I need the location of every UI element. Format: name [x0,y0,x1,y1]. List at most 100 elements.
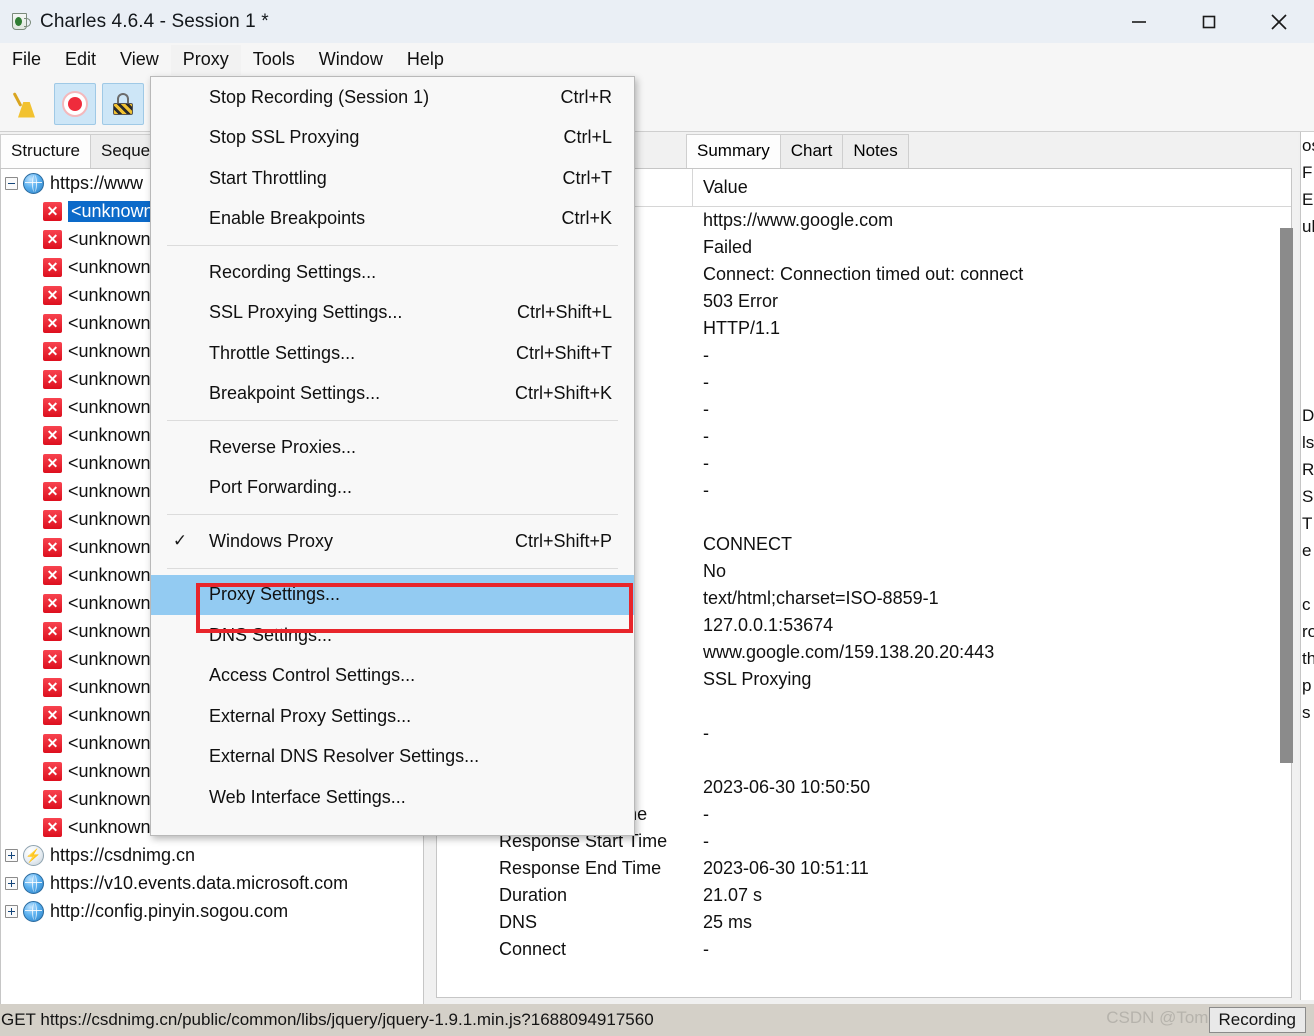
menu-bar: File Edit View Proxy Tools Window Help [0,43,1314,76]
bolt-icon: ⚡ [23,844,44,866]
error-x-icon: ✕ [43,453,62,473]
tree-item-label: <unknown> [68,760,162,781]
menu-item-throttle-settings[interactable]: Throttle Settings... Ctrl+Shift+T [151,333,634,374]
menu-item-start-throttling[interactable]: Start Throttling Ctrl+T [151,158,634,199]
sliver-line [1301,321,1314,348]
menu-proxy[interactable]: Proxy [170,44,241,75]
sliver-line [1301,267,1314,294]
tree-item-label: <unknown> [68,480,162,501]
sliver-line: D [1302,406,1314,425]
menu-item-dns-settings[interactable]: DNS Settings... [151,615,634,656]
table-row[interactable]: Duration 21.07 s [437,882,1291,909]
menu-item-label: Reverse Proxies... [209,436,357,457]
tree-item-label: <unknown> [68,452,162,473]
far-right-panel[interactable]: os F E( ul D ls R S T e c ro th p s [1300,132,1314,1000]
menu-tools[interactable]: Tools [241,45,307,75]
menu-item-web-interface-settings[interactable]: Web Interface Settings... [151,777,634,818]
menu-item-windows-proxy[interactable]: ✓ Windows Proxy Ctrl+Shift+P [151,521,634,562]
menu-item-label: Port Forwarding... [209,477,353,498]
menu-item-label: External DNS Resolver Settings... [209,746,480,767]
recording-status-badge[interactable]: Recording [1208,1007,1306,1033]
error-x-icon: ✕ [43,397,62,417]
broom-clear-icon[interactable] [6,83,48,125]
table-row[interactable]: DNS 25 ms [437,909,1291,936]
menu-item-shortcut: Ctrl+Shift+L [516,302,612,323]
twisty-plus-icon[interactable] [3,903,19,919]
tree-item-label: http://config.pinyin.sogou.com [50,900,289,921]
ssl-lock-icon[interactable] [102,82,144,125]
tree-row-sogou[interactable]: http://config.pinyin.sogou.com [1,897,423,925]
menu-item-external-dns-resolver-settings[interactable]: External DNS Resolver Settings... [151,737,634,778]
error-x-icon: ✕ [43,481,62,501]
row-value: 21.07 s [703,885,763,905]
menu-item-label: Start Throttling [209,167,327,188]
menu-item-label: Throttle Settings... [209,342,356,363]
error-x-icon: ✕ [43,537,62,557]
globe-icon [23,900,44,922]
sliver-line: S [1302,487,1314,506]
menu-edit[interactable]: Edit [53,45,108,75]
menu-view[interactable]: View [108,45,171,75]
tab-notes[interactable]: Notes [842,134,909,168]
summary-vertical-scrollbar-thumb[interactable] [1280,228,1293,763]
maximize-icon[interactable] [1174,0,1244,43]
menu-help[interactable]: Help [395,45,456,75]
window-controls [1104,0,1314,43]
tree-row-csdnimg[interactable]: ⚡ https://csdnimg.cn [1,841,423,869]
menu-item-label: Web Interface Settings... [209,786,406,807]
menu-item-stop-ssl-proxying[interactable]: Stop SSL Proxying Ctrl+L [151,118,634,159]
menu-item-recording-settings[interactable]: Recording Settings... [151,252,634,293]
twisty-minus-icon[interactable] [3,175,19,191]
twisty-plus-icon[interactable] [3,875,19,891]
row-value: - [703,831,709,851]
menu-item-stop-recording[interactable]: Stop Recording (Session 1) Ctrl+R [151,77,634,118]
sliver-line: p [1302,676,1312,695]
menu-item-enable-breakpoints[interactable]: Enable Breakpoints Ctrl+K [151,199,634,240]
tree-item-label: <unknown> [68,676,162,697]
tree-item-label: <unknown> [68,508,162,529]
row-value: - [703,372,709,392]
close-icon[interactable] [1244,0,1314,43]
tab-summary[interactable]: Summary [686,134,781,168]
table-row[interactable]: Connect - [437,936,1291,963]
tree-item-label: https://www [50,172,144,193]
tree-row-microsoft[interactable]: https://v10.events.data.microsoft.com [1,869,423,897]
menu-item-shortcut: Ctrl+Shift+P [514,530,612,551]
row-value: - [703,939,709,959]
menu-item-label: SSL Proxying Settings... [209,302,403,323]
sliver-line: T [1302,514,1313,533]
row-value: No [703,561,727,581]
error-x-icon: ✕ [43,789,62,809]
sliver-line: F [1302,163,1313,182]
twisty-plus-icon[interactable] [3,847,19,863]
tree-item-label: <unknown> [68,592,162,613]
proxy-dropdown-menu[interactable]: Stop Recording (Session 1) Ctrl+R Stop S… [150,76,635,836]
status-bar: GET https://csdnimg.cn/public/common/lib… [0,1004,1314,1036]
row-value: 503 Error [703,291,779,311]
tab-chart[interactable]: Chart [779,134,844,168]
table-row[interactable]: Response End Time 2023-06-30 10:51:11 [437,855,1291,882]
row-value: Connect: Connection timed out: connect [703,264,1024,284]
menu-item-external-proxy-settings[interactable]: External Proxy Settings... [151,696,634,737]
row-name: Response End Time [499,858,662,878]
record-icon[interactable] [54,82,96,125]
sliver-line: e [1302,541,1312,560]
title-bar: Charles 4.6.4 - Session 1 * [0,0,1314,43]
menu-item-access-control-settings[interactable]: Access Control Settings... [151,656,634,697]
tab-structure[interactable]: Structure [0,134,91,168]
tree-item-label: <unknown> [68,340,162,361]
menu-item-port-forwarding[interactable]: Port Forwarding... [151,468,634,509]
tree-item-label: <unknown> [68,704,162,725]
menu-window[interactable]: Window [307,45,395,75]
menu-item-breakpoint-settings[interactable]: Breakpoint Settings... Ctrl+Shift+K [151,374,634,415]
menu-file[interactable]: File [0,45,53,75]
menu-item-ssl-proxying-settings[interactable]: SSL Proxying Settings... Ctrl+Shift+L [151,293,634,334]
menu-item-label: Recording Settings... [209,261,377,282]
menu-item-reverse-proxies[interactable]: Reverse Proxies... [151,427,634,468]
minimize-icon[interactable] [1104,0,1174,43]
sliver-line [1301,375,1314,402]
row-value: - [703,453,709,473]
error-x-icon: ✕ [43,649,62,669]
menu-item-shortcut: Ctrl+T [562,167,613,188]
menu-item-proxy-settings[interactable]: Proxy Settings... [151,574,634,615]
